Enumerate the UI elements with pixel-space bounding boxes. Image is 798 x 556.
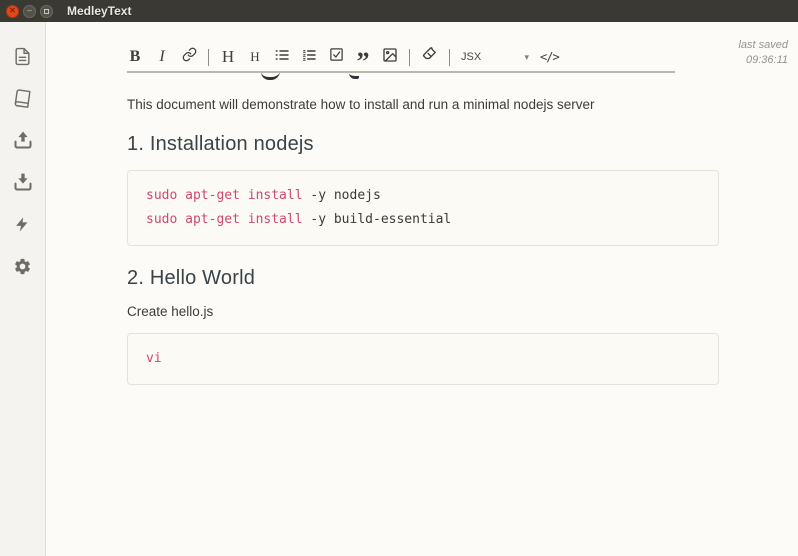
- last-saved-label: last saved: [738, 39, 788, 51]
- syntax-language-select[interactable]: JSX ▾: [461, 51, 529, 63]
- last-saved-status: last saved 09:36:11: [738, 38, 788, 69]
- sidebar-item-settings[interactable]: [13, 256, 33, 276]
- sidebar: [0, 22, 46, 556]
- blockquote-button[interactable]: ”: [355, 46, 371, 75]
- window-maximize-button[interactable]: [40, 4, 53, 18]
- last-saved-time: 09:36:11: [745, 54, 788, 67]
- bullet-list-button[interactable]: [274, 46, 290, 68]
- clipped-heading-descender: [261, 73, 280, 80]
- editor-content[interactable]: This document will demonstrate how to in…: [127, 73, 719, 385]
- link-button[interactable]: [181, 46, 197, 68]
- heading-large-button[interactable]: H: [220, 46, 236, 68]
- book-icon: [13, 88, 32, 108]
- window-title: MedleyText: [67, 4, 132, 18]
- intro-paragraph: This document will demonstrate how to in…: [127, 97, 595, 112]
- checkbox-icon: [329, 47, 344, 67]
- gear-icon: [13, 257, 32, 276]
- numbered-list-icon: [301, 47, 317, 68]
- section-1-heading: 1. Installation nodejs: [127, 133, 314, 155]
- window-close-button[interactable]: ✕: [6, 4, 19, 18]
- code-keyword: sudo apt-get install: [146, 212, 303, 227]
- sidebar-item-upload[interactable]: [13, 130, 33, 150]
- toolbar-divider: [449, 48, 450, 66]
- numbered-list-button[interactable]: [301, 46, 317, 68]
- checklist-button[interactable]: [328, 46, 344, 68]
- code-text: -y build-essential: [302, 212, 452, 227]
- code-block-vi[interactable]: vi: [127, 333, 719, 385]
- clipped-heading-descenders: [127, 73, 719, 82]
- code-keyword: vi: [146, 351, 162, 366]
- image-icon: [382, 47, 398, 68]
- link-icon: [182, 47, 197, 67]
- image-button[interactable]: [382, 46, 398, 68]
- heading-small-button[interactable]: H: [247, 46, 263, 68]
- section-2-heading: 2. Hello World: [127, 267, 256, 289]
- create-hello-paragraph: Create hello.js: [127, 304, 214, 319]
- code-line: sudo apt-get install -y nodejs: [146, 184, 700, 208]
- sidebar-item-notebooks[interactable]: [13, 88, 33, 108]
- code-keyword: sudo apt-get install: [146, 188, 303, 203]
- toolbar-divider: [409, 48, 410, 66]
- sidebar-item-download[interactable]: [13, 172, 33, 192]
- code-line: sudo apt-get install -y build-essential: [146, 208, 700, 232]
- clipped-heading-descender: [349, 73, 359, 79]
- sidebar-item-shortcuts[interactable]: [13, 214, 33, 234]
- sidebar-item-notes[interactable]: [13, 46, 33, 66]
- code-block-install[interactable]: sudo apt-get install -y nodejs sudo apt-g…: [127, 170, 719, 246]
- titlebar: ✕ – MedleyText: [0, 0, 798, 22]
- format-toolbar: B I H H ” JSX ▾ </>: [127, 45, 560, 75]
- window-minimize-button[interactable]: –: [23, 4, 36, 18]
- app-body: B I H H ” JSX ▾ </> last saved 09:36:11 …: [0, 22, 798, 556]
- document-icon: [13, 47, 32, 66]
- code-block-button[interactable]: </>: [540, 46, 560, 68]
- toolbar-divider: [208, 48, 209, 66]
- code-text: -y nodejs: [302, 188, 381, 203]
- syntax-language-value: JSX: [461, 51, 482, 63]
- code-line: vi: [146, 347, 700, 371]
- bullet-list-icon: [274, 47, 290, 68]
- lightning-icon: [14, 216, 31, 233]
- chevron-down-icon: ▾: [524, 51, 529, 62]
- editor-main: B I H H ” JSX ▾ </> last saved 09:36:11 …: [46, 22, 798, 556]
- italic-button[interactable]: I: [154, 46, 170, 68]
- eraser-icon: [421, 46, 438, 68]
- upload-icon: [13, 130, 33, 150]
- download-icon: [13, 172, 33, 192]
- bold-button[interactable]: B: [127, 46, 143, 68]
- clear-format-button[interactable]: [421, 46, 438, 68]
